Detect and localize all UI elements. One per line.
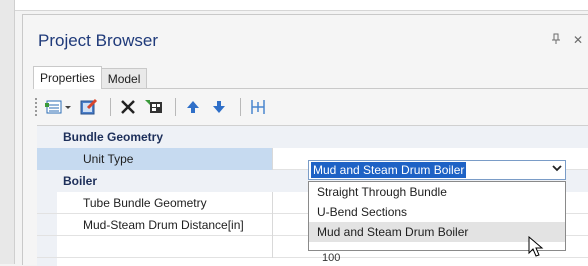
categorized-view-icon[interactable] <box>44 96 74 118</box>
dropdown-option[interactable]: U-Bend Sections <box>309 202 565 222</box>
unit-type-combobox[interactable]: Mud and Steam Drum Boiler <box>308 160 566 180</box>
mouse-cursor-icon <box>528 235 544 261</box>
top-border <box>0 0 588 11</box>
toolbar-separator <box>175 98 176 116</box>
move-up-icon[interactable] <box>182 96 204 118</box>
tab-divider <box>33 88 588 89</box>
toolbar-grip[interactable] <box>35 98 40 116</box>
dropdown-option[interactable]: Straight Through Bundle <box>309 182 565 202</box>
delete-icon[interactable] <box>117 96 139 118</box>
title-buttons: ✕ <box>551 33 583 48</box>
toolbar-separator <box>240 98 241 116</box>
split-icon[interactable] <box>247 96 269 118</box>
property-label: Mud-Steam Drum Distance[in] <box>37 213 273 236</box>
move-down-icon[interactable] <box>208 96 230 118</box>
dropdown-option[interactable]: Mud and Steam Drum Boiler <box>309 222 565 242</box>
category-label: Boiler <box>63 174 98 188</box>
panel-title: Project Browser <box>38 31 158 50</box>
tab-properties[interactable]: Properties <box>33 66 102 89</box>
tab-model[interactable]: Model <box>100 68 148 89</box>
expand-icon[interactable] <box>143 96 165 118</box>
toolbar-separator <box>110 98 111 116</box>
property-label: Unit Type <box>37 147 273 170</box>
edit-icon[interactable] <box>78 96 100 118</box>
property-value: 100 <box>322 252 341 264</box>
chevron-down-icon[interactable] <box>551 162 563 177</box>
category-bundle-geometry[interactable]: Bundle Geometry <box>37 126 588 148</box>
combobox-value: Mud and Steam Drum Boiler <box>311 162 467 178</box>
left-edge <box>0 0 15 264</box>
pin-icon[interactable] <box>551 33 561 48</box>
close-icon[interactable]: ✕ <box>573 33 583 48</box>
toolbar <box>35 93 273 121</box>
tab-strip: Properties Model <box>33 66 148 89</box>
property-label: Tube Bundle Geometry <box>37 191 273 214</box>
category-label: Bundle Geometry <box>63 130 164 144</box>
